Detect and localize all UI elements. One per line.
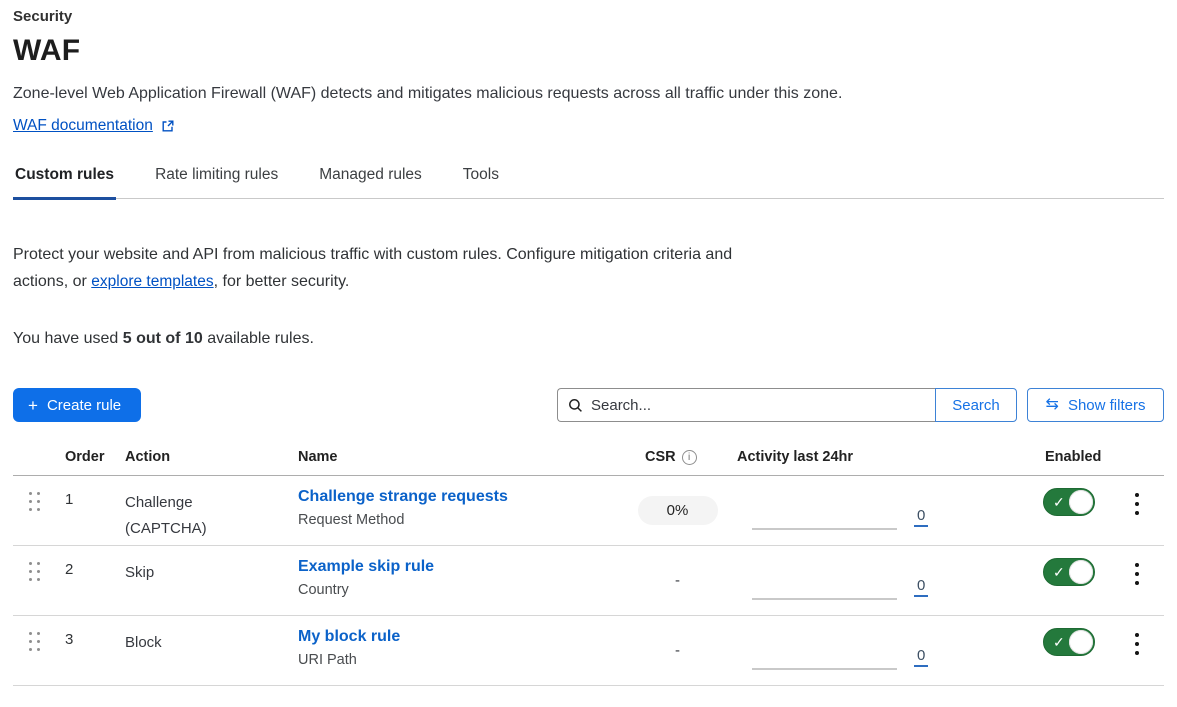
enabled-toggle[interactable]: ✓ bbox=[1043, 558, 1095, 586]
rule-name-link[interactable]: Example skip rule bbox=[298, 558, 434, 576]
header-order: Order bbox=[55, 449, 115, 465]
check-icon: ✓ bbox=[1053, 493, 1065, 511]
toggle-knob bbox=[1069, 560, 1093, 584]
rule-name-link[interactable]: My block rule bbox=[298, 628, 400, 646]
enabled-toggle[interactable]: ✓ bbox=[1043, 628, 1095, 656]
page-title: WAF bbox=[13, 34, 1164, 68]
check-icon: ✓ bbox=[1053, 563, 1065, 581]
toggle-knob bbox=[1069, 630, 1093, 654]
search-button[interactable]: Search bbox=[935, 388, 1017, 422]
table-row: 1 Challenge (CAPTCHA) Challenge strange … bbox=[13, 476, 1164, 546]
rule-action: Skip bbox=[115, 546, 290, 615]
search-icon bbox=[568, 398, 583, 413]
activity-sparkline bbox=[752, 668, 897, 670]
search-group: Search bbox=[557, 388, 1017, 422]
header-name: Name bbox=[290, 449, 630, 465]
create-rule-label: Create rule bbox=[47, 397, 121, 414]
usage-text: You have used 5 out of 10 available rule… bbox=[13, 330, 1164, 348]
check-icon: ✓ bbox=[1053, 633, 1065, 651]
create-rule-button[interactable]: + Create rule bbox=[13, 388, 141, 422]
rule-name-link[interactable]: Challenge strange requests bbox=[298, 488, 508, 506]
header-activity: Activity last 24hr bbox=[725, 449, 1030, 465]
activity-count-link[interactable]: 0 bbox=[914, 578, 928, 598]
csr-badge: 0% bbox=[638, 496, 718, 525]
search-box bbox=[557, 388, 935, 422]
usage-count: 5 out of 10 bbox=[123, 330, 203, 347]
waf-page: Security WAF Zone-level Web Application … bbox=[0, 0, 1177, 686]
usage-prefix: You have used bbox=[13, 330, 123, 347]
usage-suffix: available rules. bbox=[203, 330, 314, 347]
info-icon[interactable]: i bbox=[682, 450, 697, 465]
header-csr-label: CSR bbox=[645, 449, 676, 465]
page-description: Zone-level Web Application Firewall (WAF… bbox=[13, 85, 1164, 103]
swap-arrows-icon: ⇆ bbox=[1046, 397, 1059, 413]
plus-icon: + bbox=[28, 397, 38, 414]
header-csr: CSR i bbox=[630, 449, 725, 465]
header-enabled: Enabled bbox=[1030, 449, 1115, 465]
drag-handle[interactable] bbox=[29, 632, 55, 651]
tab-rate-limiting-rules[interactable]: Rate limiting rules bbox=[153, 162, 280, 200]
table-row: 2 Skip Example skip rule Country - 0 ✓ bbox=[13, 546, 1164, 616]
rule-field: Country bbox=[298, 582, 630, 598]
intro-text: Protect your website and API from malici… bbox=[13, 241, 758, 295]
rule-action: Block bbox=[115, 616, 290, 685]
rules-table: Order Action Name CSR i Activity last 24… bbox=[13, 443, 1164, 686]
activity-sparkline bbox=[752, 528, 897, 530]
rule-order: 3 bbox=[55, 616, 115, 685]
tab-managed-rules[interactable]: Managed rules bbox=[317, 162, 424, 200]
rule-field: Request Method bbox=[298, 512, 630, 528]
kebab-menu-button[interactable] bbox=[1129, 556, 1145, 591]
activity-sparkline bbox=[752, 598, 897, 600]
search-input[interactable] bbox=[591, 397, 925, 414]
intro-after: , for better security. bbox=[214, 273, 350, 290]
activity-count-link[interactable]: 0 bbox=[914, 508, 928, 528]
tab-bar: Custom rules Rate limiting rules Managed… bbox=[13, 162, 1164, 199]
csr-value: - bbox=[675, 572, 680, 589]
rule-order: 2 bbox=[55, 546, 115, 615]
kebab-menu-button[interactable] bbox=[1129, 626, 1145, 661]
tab-custom-rules[interactable]: Custom rules bbox=[13, 162, 116, 200]
explore-templates-link[interactable]: explore templates bbox=[91, 273, 213, 290]
toggle-knob bbox=[1069, 490, 1093, 514]
rule-action: Challenge (CAPTCHA) bbox=[115, 476, 290, 545]
table-header: Order Action Name CSR i Activity last 24… bbox=[13, 443, 1164, 476]
drag-handle[interactable] bbox=[29, 492, 55, 511]
waf-documentation-link[interactable]: WAF documentation bbox=[13, 117, 153, 135]
show-filters-button[interactable]: ⇆ Show filters bbox=[1027, 388, 1164, 422]
rule-order: 1 bbox=[55, 476, 115, 545]
breadcrumb: Security bbox=[13, 8, 1164, 25]
drag-handle[interactable] bbox=[29, 562, 55, 581]
header-action: Action bbox=[115, 449, 290, 465]
kebab-menu-button[interactable] bbox=[1129, 486, 1145, 521]
activity-count-link[interactable]: 0 bbox=[914, 648, 928, 668]
show-filters-label: Show filters bbox=[1068, 397, 1146, 414]
csr-value: - bbox=[675, 642, 680, 659]
table-row: 3 Block My block rule URI Path - 0 ✓ bbox=[13, 616, 1164, 686]
enabled-toggle[interactable]: ✓ bbox=[1043, 488, 1095, 516]
tab-tools[interactable]: Tools bbox=[461, 162, 501, 200]
external-link-icon bbox=[161, 119, 175, 133]
rules-toolbar: + Create rule Search ⇆ Show filt bbox=[13, 388, 1164, 422]
rule-field: URI Path bbox=[298, 652, 630, 668]
